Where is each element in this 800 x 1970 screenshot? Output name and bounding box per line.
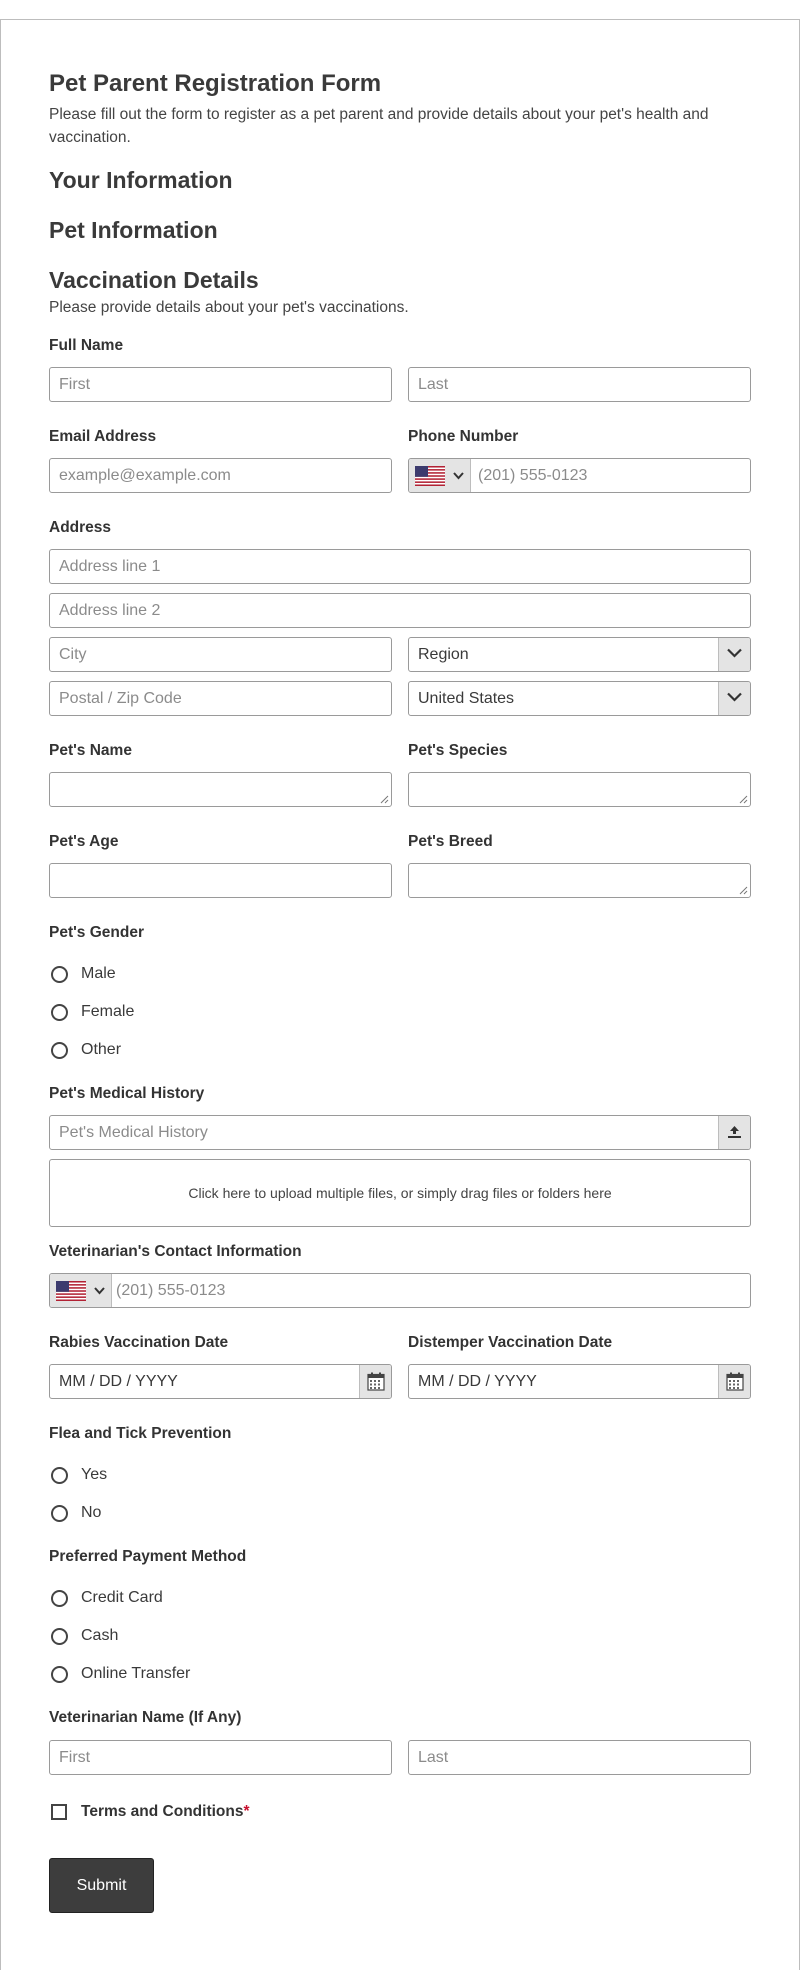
- payment-cash-radio[interactable]: [51, 1628, 68, 1645]
- distemper-date-label: Distemper Vaccination Date: [408, 1334, 613, 1351]
- email-label: Email Address: [49, 428, 157, 445]
- vet-phone-input[interactable]: (201) 555-0123: [49, 1273, 751, 1308]
- medical-history-label: Pet's Medical History: [49, 1085, 205, 1102]
- country-caret: [718, 682, 750, 715]
- terms-label-text: Terms and Conditions: [81, 1803, 244, 1820]
- vet-last-name-input[interactable]: Last: [408, 1740, 751, 1775]
- calendar-icon: [367, 1372, 385, 1391]
- region-value: Region: [418, 646, 469, 663]
- pet-species-label: Pet's Species: [408, 742, 508, 759]
- pet-age-label: Pet's Age: [49, 833, 119, 850]
- vet-contact-label: Veterinarian's Contact Information: [49, 1243, 302, 1260]
- vet-country-code-select[interactable]: [50, 1274, 112, 1307]
- full-name-label: Full Name: [49, 337, 124, 354]
- upload-icon: [728, 1126, 741, 1138]
- payment-credit-card-radio[interactable]: [51, 1590, 68, 1607]
- address-line2-input[interactable]: Address line 2: [49, 593, 751, 628]
- pet-breed-textarea[interactable]: [408, 863, 751, 898]
- submit-button[interactable]: Submit: [49, 1858, 154, 1913]
- country-value: United States: [418, 690, 515, 707]
- vet-first-name-input[interactable]: First: [49, 1740, 392, 1775]
- flea-no-label[interactable]: No: [81, 1504, 101, 1522]
- rabies-date-label: Rabies Vaccination Date: [49, 1334, 229, 1351]
- chevron-down-icon: [727, 648, 742, 658]
- pet-name-label: Pet's Name: [49, 742, 132, 759]
- region-select[interactable]: Region: [408, 637, 751, 672]
- flea-yes-radio[interactable]: [51, 1467, 68, 1484]
- country-select[interactable]: United States: [408, 681, 751, 716]
- last-name-input[interactable]: Last: [408, 367, 751, 402]
- resize-handle-icon[interactable]: [739, 795, 748, 804]
- gender-female-label[interactable]: Female: [81, 1003, 134, 1021]
- distemper-calendar-button[interactable]: [718, 1365, 750, 1398]
- region-caret: [718, 638, 750, 671]
- form-description: Please fill out the form to register as …: [49, 106, 709, 146]
- terms-checkbox[interactable]: [51, 1804, 67, 1820]
- phone-label: Phone Number: [408, 428, 519, 445]
- email-input[interactable]: example@example.com: [49, 458, 392, 493]
- payment-credit-card-label[interactable]: Credit Card: [81, 1589, 163, 1607]
- chevron-down-icon: [453, 472, 464, 480]
- form-title: Pet Parent Registration Form: [49, 70, 382, 97]
- calendar-icon: [726, 1372, 744, 1391]
- pet-breed-label: Pet's Breed: [408, 833, 493, 850]
- gender-other-label[interactable]: Other: [81, 1041, 121, 1059]
- postal-code-input[interactable]: Postal / Zip Code: [49, 681, 392, 716]
- city-input[interactable]: City: [49, 637, 392, 672]
- pet-species-textarea[interactable]: [408, 772, 751, 807]
- rabies-date-input[interactable]: MM / DD / YYYY: [49, 1364, 392, 1399]
- terms-label[interactable]: Terms and Conditions*: [81, 1803, 250, 1821]
- flea-yes-label[interactable]: Yes: [81, 1466, 107, 1484]
- vet-name-label: Veterinarian Name (If Any): [49, 1709, 242, 1726]
- first-name-input[interactable]: First: [49, 367, 392, 402]
- payment-method-label: Preferred Payment Method: [49, 1548, 247, 1565]
- rabies-calendar-button[interactable]: [359, 1365, 391, 1398]
- pet-gender-label: Pet's Gender: [49, 924, 144, 941]
- resize-handle-icon[interactable]: [380, 795, 389, 804]
- chevron-down-icon: [727, 692, 742, 702]
- address-line1-input[interactable]: Address line 1: [49, 549, 751, 584]
- required-mark: *: [243, 1803, 250, 1820]
- payment-online-transfer-radio[interactable]: [51, 1666, 68, 1683]
- phone-placeholder: (201) 555-0123: [478, 467, 588, 484]
- file-upload-dropzone[interactable]: Click here to upload multiple files, or …: [49, 1159, 751, 1227]
- section-vaccination-description: Please provide details about your pet's …: [49, 299, 409, 316]
- chevron-down-icon: [94, 1287, 105, 1295]
- medical-history-placeholder: Pet's Medical History: [59, 1124, 208, 1141]
- country-code-select[interactable]: [409, 459, 471, 492]
- phone-input[interactable]: (201) 555-0123: [408, 458, 751, 493]
- section-heading-pet-info: Pet Information: [49, 217, 218, 243]
- pet-name-textarea[interactable]: [49, 772, 392, 807]
- upload-button[interactable]: [718, 1116, 750, 1149]
- distemper-date-placeholder: MM / DD / YYYY: [418, 1373, 537, 1390]
- gender-male-radio[interactable]: [51, 966, 68, 983]
- rabies-date-placeholder: MM / DD / YYYY: [59, 1373, 178, 1390]
- section-heading-vaccination: Vaccination Details: [49, 267, 259, 293]
- address-label: Address: [49, 519, 112, 536]
- gender-female-radio[interactable]: [51, 1004, 68, 1021]
- us-flag-icon: [56, 1281, 86, 1301]
- payment-cash-label[interactable]: Cash: [81, 1627, 118, 1645]
- flea-no-radio[interactable]: [51, 1505, 68, 1522]
- payment-online-transfer-label[interactable]: Online Transfer: [81, 1665, 190, 1683]
- section-heading-your-info: Your Information: [49, 167, 233, 193]
- us-flag-icon: [415, 466, 445, 486]
- gender-other-radio[interactable]: [51, 1042, 68, 1059]
- pet-age-input[interactable]: [49, 863, 392, 898]
- gender-male-label[interactable]: Male: [81, 965, 116, 983]
- medical-history-input[interactable]: Pet's Medical History: [49, 1115, 751, 1150]
- vet-phone-placeholder: (201) 555-0123: [116, 1282, 226, 1299]
- resize-handle-icon[interactable]: [739, 886, 748, 895]
- distemper-date-input[interactable]: MM / DD / YYYY: [408, 1364, 751, 1399]
- flea-tick-label: Flea and Tick Prevention: [49, 1425, 232, 1442]
